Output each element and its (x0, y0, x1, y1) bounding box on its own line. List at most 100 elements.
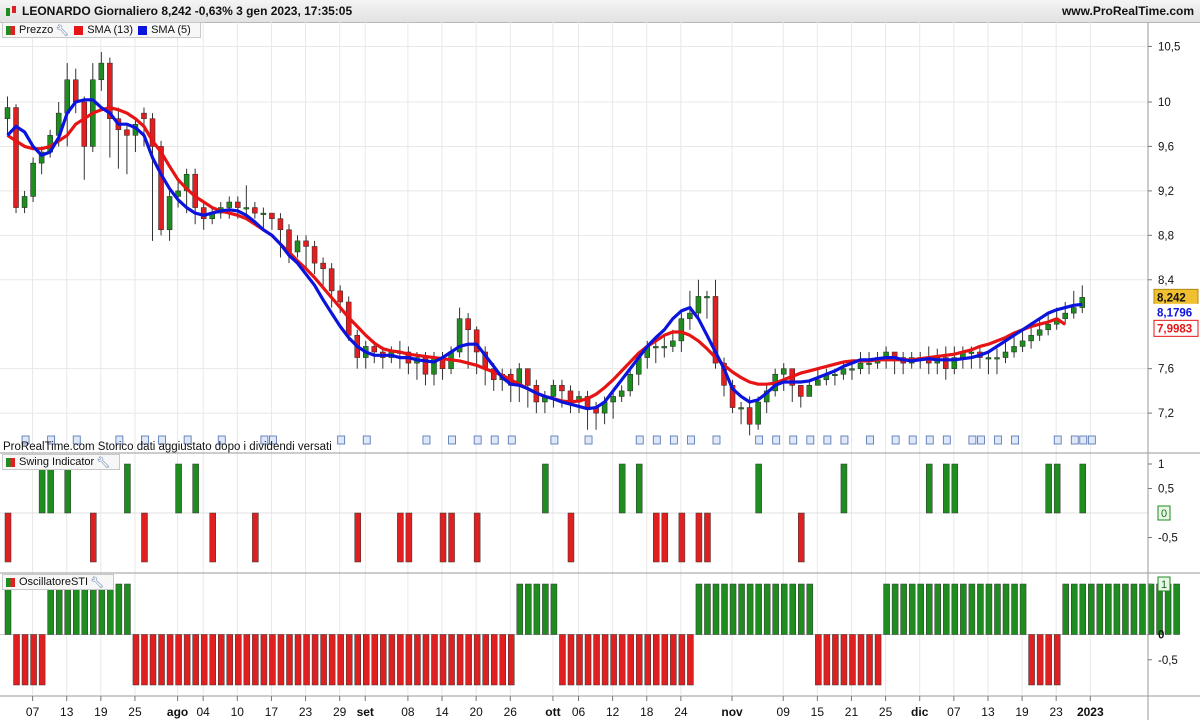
swing-bar (90, 512, 97, 563)
osc-bar (1053, 634, 1061, 686)
event-marker-icon (635, 435, 644, 445)
candle-body (815, 379, 821, 386)
osc-bar (490, 634, 498, 686)
event-marker-icon (584, 435, 593, 445)
site-url[interactable]: www.ProRealTime.com (1062, 4, 1194, 18)
osc-bar (414, 634, 421, 686)
osc-bar (235, 634, 242, 686)
event-marker-icon (422, 435, 431, 445)
osc-bar (951, 583, 959, 635)
osc-bar (900, 583, 907, 635)
osc-bar (98, 583, 106, 635)
legend-sma13-label[interactable]: SMA (13) (87, 24, 133, 36)
x-tick-label: 08 (401, 705, 415, 719)
event-marker-icon (1011, 435, 1019, 445)
sma13-swatch (74, 25, 84, 35)
x-tick-label: 29 (333, 705, 347, 719)
swing-bar (678, 512, 686, 563)
candle-body (1028, 335, 1034, 342)
osc-bar (166, 634, 174, 686)
osc-bar (508, 634, 515, 686)
candle-body (806, 385, 813, 397)
swing-bar (704, 512, 711, 563)
candle-body (124, 129, 130, 136)
wrench-icon[interactable]: 🔧︎ (96, 456, 110, 469)
osc-bar (968, 583, 976, 635)
osc-bar (857, 634, 865, 686)
osc-bar (593, 634, 600, 686)
legend-sma5-label[interactable]: SMA (5) (151, 24, 191, 36)
osc-bar (81, 583, 89, 635)
candle-body (559, 385, 565, 392)
candle-body (755, 401, 761, 425)
osc-bar (798, 583, 805, 635)
x-tick-label: 17 (265, 705, 279, 719)
candle-body (260, 212, 267, 215)
swing-legend: Swing Indicator 🔧︎ (2, 454, 121, 470)
x-tick-label: 18 (640, 705, 654, 719)
candle-body (200, 207, 207, 219)
swing-bar (1045, 463, 1052, 514)
candle-body (294, 240, 301, 253)
x-tick-label: 25 (879, 705, 893, 719)
candle-body (371, 346, 378, 353)
candle-body (525, 368, 531, 386)
candle-body (798, 385, 804, 397)
swing-tick-label: 1 (1158, 459, 1164, 471)
event-marker-icon (473, 435, 482, 445)
osc-bar (763, 583, 771, 635)
candle-body (866, 362, 872, 365)
osc-bar (1164, 583, 1172, 635)
osc-bar (695, 583, 703, 635)
osc-bar (294, 634, 302, 686)
osc-bar (1130, 583, 1138, 635)
title-bar: LEONARDO Giornaliero 8,242 -0,63% 3 gen … (0, 0, 1200, 23)
osc-bar (1139, 583, 1146, 635)
wrench-icon[interactable]: 🔧︎ (55, 24, 69, 37)
x-tick-label: 12 (606, 705, 620, 719)
y-tick-label: 8,8 (1158, 230, 1174, 242)
x-tick-label: set (357, 705, 374, 719)
candle-body (832, 373, 838, 376)
osc-bar (55, 583, 63, 635)
swing-tick-label: -0,5 (1158, 533, 1178, 545)
candle-body (64, 79, 70, 114)
osc-bar (815, 634, 822, 686)
osc-bar (209, 634, 216, 686)
osc-bar (1036, 634, 1044, 686)
osc-bar (687, 634, 694, 686)
event-marker-icon (448, 435, 456, 445)
candle-body (303, 240, 309, 247)
event-marker-icon (490, 435, 499, 445)
legend-price-label[interactable]: Prezzo (19, 24, 53, 36)
osc-bar (729, 583, 737, 635)
candle-body (235, 201, 241, 208)
osc-bar (840, 634, 848, 686)
osc-bar (823, 634, 831, 686)
osc-bar (533, 583, 541, 635)
osc-bar (141, 634, 148, 686)
event-marker-icon (806, 435, 815, 445)
osc-bar (124, 583, 131, 635)
osc-bar (1096, 583, 1104, 635)
candle-body (1019, 340, 1026, 347)
y-tick-label: 7,6 (1158, 364, 1174, 376)
x-tick-label: 07 (26, 705, 40, 719)
osc-bar (891, 583, 899, 635)
wrench-icon[interactable]: 🔧︎ (90, 576, 104, 589)
osc-bar (1113, 583, 1121, 635)
osc-bar (431, 634, 438, 686)
y-tick-label: 7,2 (1158, 408, 1174, 420)
candle-body (627, 373, 633, 392)
event-marker-icon (507, 435, 516, 445)
candle-body (21, 196, 28, 208)
chart-area[interactable]: 07 13 19 25 ago 04 10 17 23 29 set 08 14 20 26 ott 06 12 1… (0, 22, 1200, 720)
candle-body (704, 296, 710, 299)
y-tick-label: 8,4 (1158, 275, 1175, 287)
last-sma5-label-text: 8,1796 (1157, 307, 1192, 319)
legend-swing-label[interactable]: Swing Indicator (19, 456, 94, 468)
legend-osc-label[interactable]: OscillatoreSTI (19, 576, 88, 588)
osc-bar (704, 583, 711, 635)
osc-bar (1079, 583, 1087, 635)
osc-bar (1173, 583, 1180, 635)
